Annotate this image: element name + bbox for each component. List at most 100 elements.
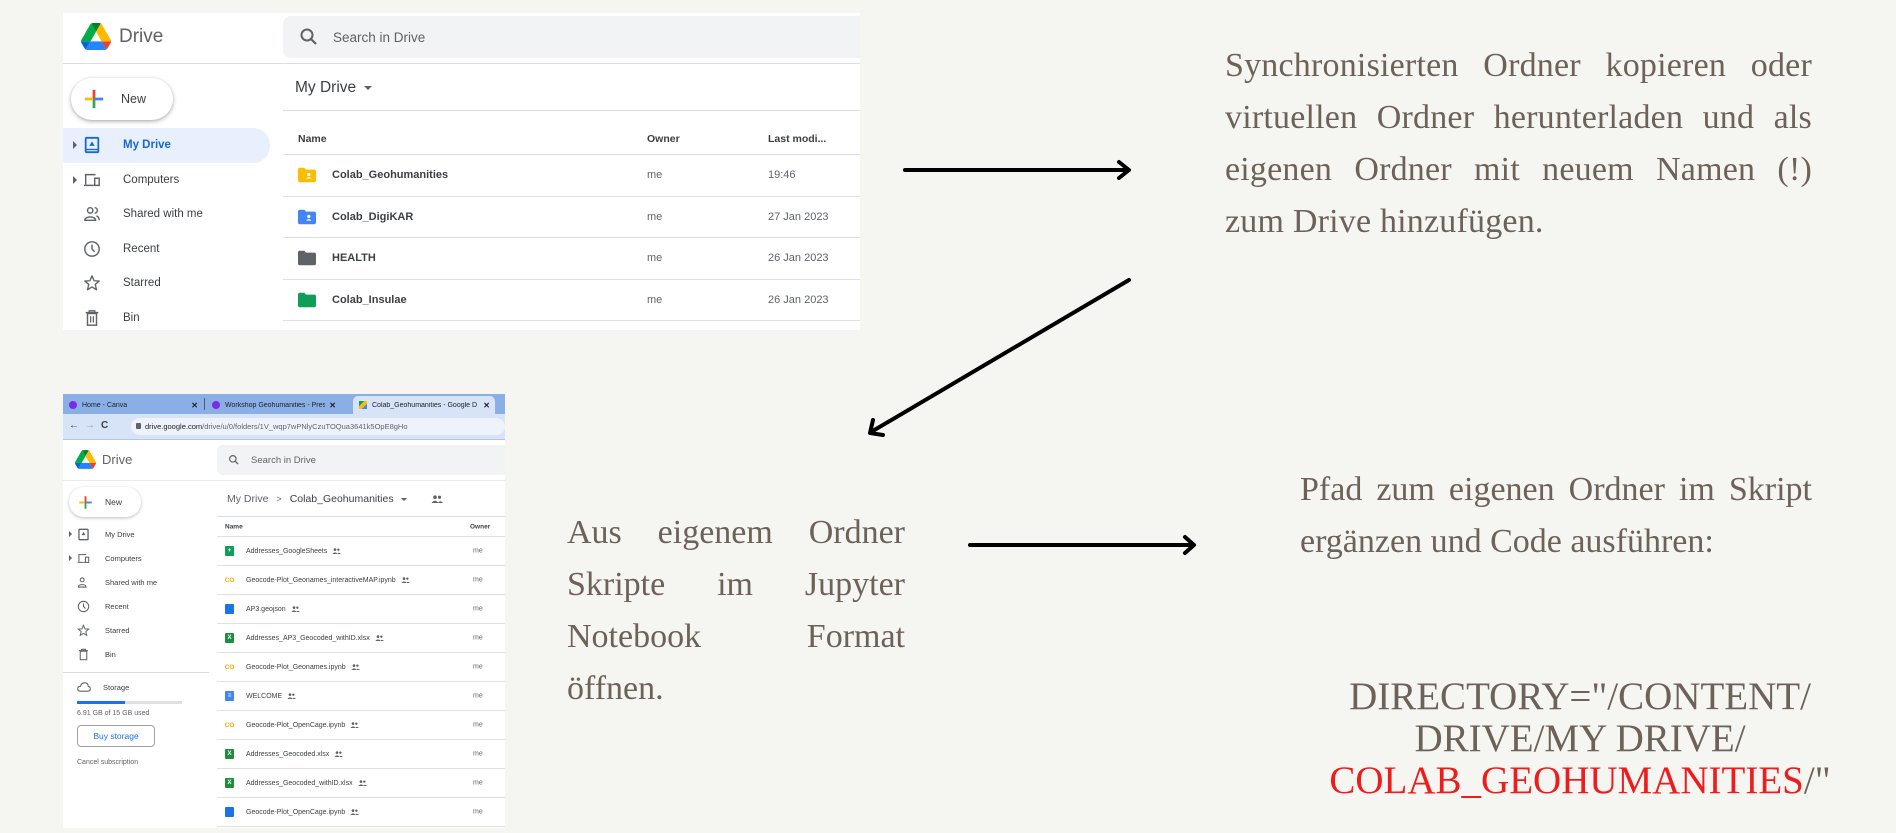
sidebar-item-starred[interactable]: Starred xyxy=(63,266,270,301)
table-row[interactable]: Colab_DigiKAR me 27 Jan 2023 xyxy=(283,197,860,238)
file-name: HEALTH xyxy=(332,252,376,265)
sidebar-label: Bin xyxy=(105,649,116,659)
tab-separator xyxy=(204,398,205,410)
file-owner: me xyxy=(473,692,483,700)
new-button[interactable]: New xyxy=(69,487,141,517)
sidebar-label: Bin xyxy=(123,311,140,324)
sidebar-item-my-drive[interactable]: My Drive xyxy=(63,128,270,163)
file-table: Name Owner + Addresses_GoogleSheets me CO Ge… xyxy=(217,518,505,827)
close-tab-icon[interactable]: ✕ xyxy=(483,401,490,410)
sidebar-item-starred[interactable]: Starred xyxy=(63,618,209,642)
shared-people-icon xyxy=(332,548,342,554)
column-owner[interactable]: Owner xyxy=(470,524,490,531)
file-name: Addresses_GoogleSheets xyxy=(246,547,328,555)
cancel-subscription-link[interactable]: Cancel subscription xyxy=(77,759,207,766)
instruction-step-2: Aus eigenem Ordner Skripte im Jupyter No… xyxy=(567,514,905,707)
url-field[interactable]: drive.google.com/drive/u/0/folders/1V_wq… xyxy=(131,418,505,435)
close-tab-icon[interactable]: ✕ xyxy=(191,401,198,410)
computers-icon xyxy=(77,553,90,563)
sidebar-item-computers[interactable]: Computers xyxy=(63,163,270,198)
shared-people-icon xyxy=(287,693,297,699)
storage-link[interactable]: Storage xyxy=(77,678,207,696)
shared-people-icon[interactable] xyxy=(431,495,443,503)
table-row[interactable]: X Addresses_Geocoded_withID.xlsx me xyxy=(217,769,505,798)
file-modified: 26 Jan 2023 xyxy=(768,293,829,306)
file-name: Addresses_AP3_Geocoded_withID.xlsx xyxy=(246,634,370,642)
table-row[interactable]: CO Geocode-Plot_OpenCage.ipynb me xyxy=(217,711,505,740)
close-tab-icon[interactable]: ✕ xyxy=(329,401,336,410)
column-name[interactable]: Name xyxy=(298,133,327,145)
dropdown-caret-icon[interactable] xyxy=(400,497,407,501)
breadcrumb-current[interactable]: Colab_Geohumanities xyxy=(290,493,394,505)
browser-tab[interactable]: Workshop Geohumanities - Prese ✕ xyxy=(206,396,341,414)
column-owner[interactable]: Owner xyxy=(647,133,680,145)
sidebar-item-bin[interactable]: Bin xyxy=(63,642,209,666)
table-row[interactable]: Colab_Insulae me 26 Jan 2023 xyxy=(283,280,860,321)
storage-label: Storage xyxy=(103,682,130,692)
sidebar-item-computers[interactable]: Computers xyxy=(63,546,209,570)
file-owner: me xyxy=(473,634,483,642)
code-end: /" xyxy=(1803,759,1831,802)
file-icon xyxy=(225,807,234,817)
reload-icon[interactable]: C xyxy=(101,420,114,431)
arrow-right-bottom-icon xyxy=(968,535,1196,555)
table-row[interactable]: X Addresses_Geocoded.xlsx me xyxy=(217,740,505,769)
browser-tab[interactable]: Home - Canva ✕ xyxy=(63,396,203,414)
storage-progress-fill xyxy=(77,701,126,704)
back-icon[interactable]: ← xyxy=(69,420,85,431)
sidebar-item-recent[interactable]: Recent xyxy=(63,232,270,267)
search-bar[interactable]: Search in Drive xyxy=(217,445,505,475)
column-name[interactable]: Name xyxy=(225,524,243,531)
sidebar-item-shared[interactable]: Shared with me xyxy=(63,197,270,232)
file-owner: me xyxy=(473,605,483,613)
drive-logo-icon xyxy=(81,23,111,50)
drive-logo[interactable]: Drive xyxy=(75,450,132,469)
sidebar-item-my-drive[interactable]: My Drive xyxy=(63,522,209,546)
folder-icon xyxy=(298,251,316,266)
sidebar-label: Computers xyxy=(123,173,180,186)
colab-icon: CO xyxy=(224,663,235,671)
table-row[interactable]: + Addresses_GoogleSheets me xyxy=(217,537,505,566)
expand-caret-icon[interactable] xyxy=(69,531,72,537)
code-folder-highlight: COLAB_GEOHUMANITIES xyxy=(1329,759,1804,802)
sidebar-item-shared[interactable]: Shared with me xyxy=(63,570,209,594)
expand-caret-icon[interactable] xyxy=(73,175,77,184)
search-icon xyxy=(300,28,317,45)
sidebar-item-recent[interactable]: Recent xyxy=(63,594,209,618)
table-row[interactable]: Colab_Geohumanities me 19:46 xyxy=(283,155,860,197)
search-bar[interactable]: Search in Drive xyxy=(283,16,860,58)
drive-header: Drive Search in Drive xyxy=(63,441,505,481)
sidebar-item-bin[interactable]: Bin xyxy=(63,301,270,331)
sidebar-label: Shared with me xyxy=(123,208,203,221)
buy-storage-button[interactable]: Buy storage xyxy=(77,725,155,747)
instruction-step-1: Synchronisierten Ordner kopieren oder vi… xyxy=(1225,47,1812,240)
url-host: drive.google.com xyxy=(145,422,203,431)
file-icon xyxy=(225,604,234,614)
new-button[interactable]: New xyxy=(71,78,173,120)
browser-tab-bar: Home - Canva ✕ Workshop Geohumanities - … xyxy=(63,394,505,414)
breadcrumb-root[interactable]: My Drive xyxy=(227,493,268,505)
table-row[interactable]: CO Geocode-Plot_Geonames_interactiveMAP.i… xyxy=(217,566,505,595)
table-row[interactable]: Geocode-Plot_OpenCage.ipynb me xyxy=(217,798,505,827)
table-row[interactable]: CO Geocode-Plot_Geonames.ipynb me xyxy=(217,653,505,682)
dropdown-caret-icon[interactable] xyxy=(364,85,373,90)
expand-caret-icon[interactable] xyxy=(69,555,72,561)
drive-favicon-icon xyxy=(359,401,367,409)
location-title[interactable]: My Drive xyxy=(295,79,356,97)
file-name: WELCOME xyxy=(246,692,283,700)
cloud-icon xyxy=(77,682,91,692)
table-row[interactable]: ≡ WELCOME me xyxy=(217,682,505,711)
column-last-modified[interactable]: Last modi... xyxy=(768,133,826,145)
code-line-3: COLAB_GEOHUMANITIES/" xyxy=(1300,760,1860,802)
table-row[interactable]: X Addresses_AP3_Geocoded_withID.xlsx me xyxy=(217,624,505,653)
browser-tab-active[interactable]: Colab_Geohumanities - Google D ✕ xyxy=(353,396,495,414)
tab-title: Workshop Geohumanities - Prese xyxy=(225,401,325,409)
drive-logo[interactable]: Drive xyxy=(81,23,163,50)
expand-caret-icon[interactable] xyxy=(73,141,77,150)
app-name: Drive xyxy=(102,452,133,467)
table-row[interactable]: AP3.geojson me xyxy=(217,595,505,624)
search-icon xyxy=(229,455,239,465)
table-row[interactable]: HEALTH me 26 Jan 2023 xyxy=(283,238,860,280)
forward-icon[interactable]: → xyxy=(85,420,101,431)
file-name: Addresses_Geocoded_withID.xlsx xyxy=(246,779,353,787)
